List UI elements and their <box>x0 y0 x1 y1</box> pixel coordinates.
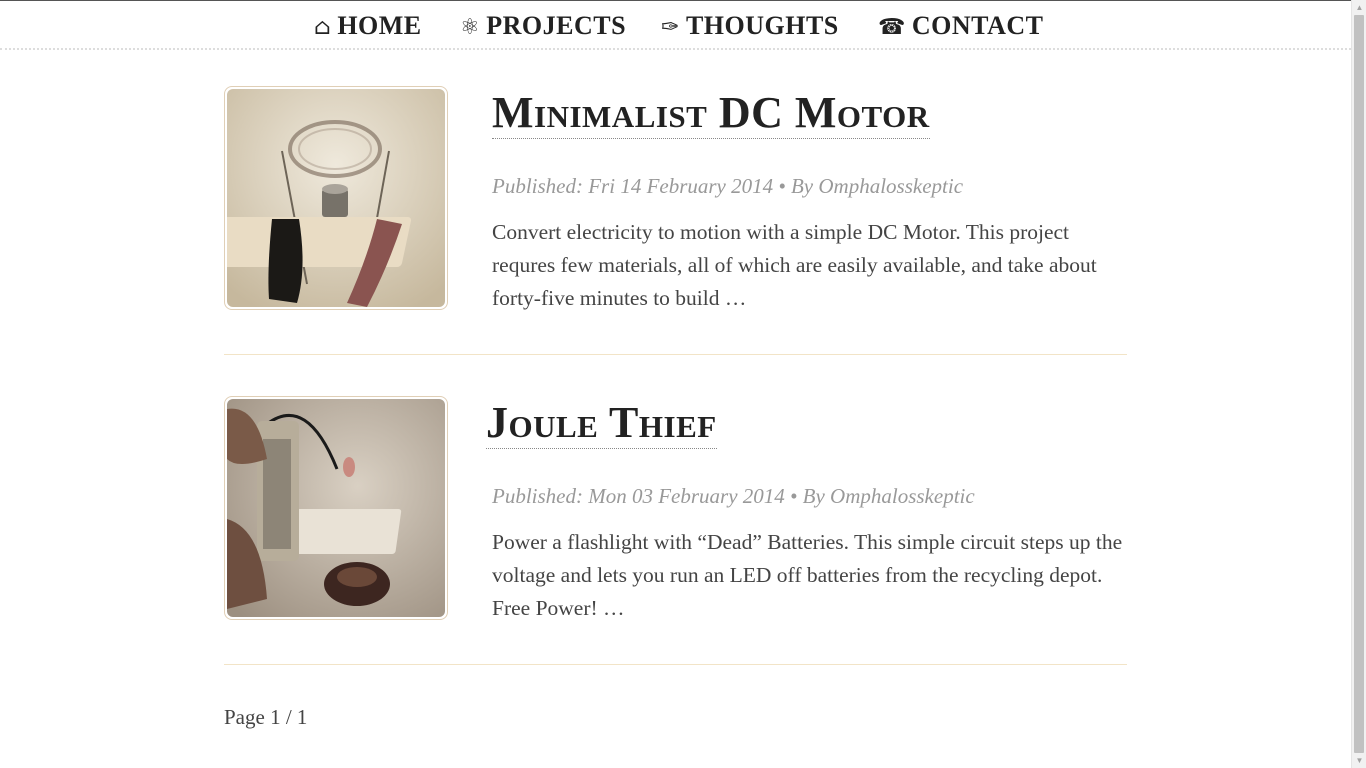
post-separator <box>224 354 1127 355</box>
post-title-link[interactable]: Joule Thief <box>486 398 717 449</box>
post-thumbnail-link[interactable] <box>224 86 448 310</box>
post-title-link[interactable]: Minimalist DC Motor <box>492 88 930 139</box>
scrollbar-thumb[interactable] <box>1354 15 1364 753</box>
scroll-up-arrow-icon[interactable]: ▲ <box>1352 0 1366 15</box>
nav-projects[interactable]: ⚛ PROJECTS <box>460 11 626 41</box>
atom-icon: ⚛ <box>460 15 481 40</box>
post-meta: Published: Mon 03 February 2014 • By Omp… <box>492 484 975 508</box>
scroll-down-arrow-icon[interactable]: ▼ <box>1352 753 1366 768</box>
post-excerpt: Convert electricity to motion with a sim… <box>492 220 1097 310</box>
vertical-scrollbar[interactable]: ▲ ▼ <box>1351 0 1366 768</box>
nav-contact[interactable]: ☎ CONTACT <box>878 11 1044 41</box>
post-excerpt: Power a flashlight with “Dead” Batteries… <box>492 530 1123 620</box>
nav-thoughts[interactable]: ✑ THOUGHTS <box>661 11 839 41</box>
nav-home[interactable]: ⌂ HOME <box>314 11 422 41</box>
post-separator <box>224 664 1127 665</box>
post-thumbnail-link[interactable] <box>224 396 448 620</box>
nav-contact-label: CONTACT <box>911 11 1044 40</box>
post-meta: Published: Fri 14 February 2014 • By Omp… <box>492 174 964 198</box>
pagination-text: Page 1 / 1 <box>224 705 308 729</box>
pen-icon: ✑ <box>661 15 680 40</box>
joule-thief-photo-icon <box>227 399 445 617</box>
home-icon: ⌂ <box>314 15 332 40</box>
nav-projects-label: PROJECTS <box>486 11 627 40</box>
telephone-icon: ☎ <box>878 15 906 40</box>
nav-home-label: HOME <box>337 11 422 40</box>
dc-motor-photo-icon <box>227 89 445 307</box>
main-nav: ⌂ HOME ⚛ PROJECTS ✑ THOUGHTS ☎ CONTACT <box>0 1 1351 50</box>
nav-thoughts-label: THOUGHTS <box>685 11 839 40</box>
